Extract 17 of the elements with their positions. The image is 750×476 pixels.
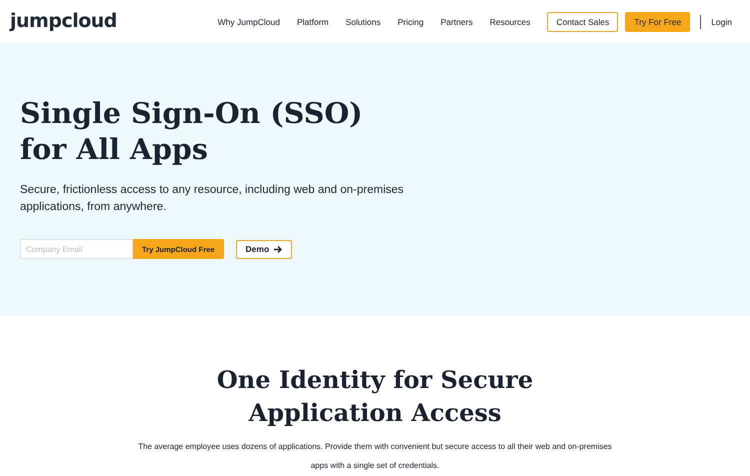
demo-button[interactable]: Demo — [236, 240, 292, 258]
nav-link[interactable]: Partners — [440, 16, 473, 26]
arrow-icon — [274, 246, 282, 252]
logo[interactable]: jumpcloud — [10, 10, 117, 32]
hero-subtitle: Secure, frictionless access to any resource, including web and on-premises applications, from anywhere. — [20, 183, 405, 215]
nav-link[interactable]: Pricing — [398, 16, 424, 26]
section-body: The average employee uses dozens of applications. Provide them with convenient but secure access to all their web and on-premises apps with a single set of credentials. — [137, 441, 613, 472]
section-title: One Identity for Secure Application Access — [216, 364, 534, 429]
hero-title: Single Sign-On (SSO) for All Apps — [20, 95, 364, 167]
nav-link[interactable]: Resources — [490, 16, 530, 26]
nav-link[interactable]: Platform — [296, 16, 329, 26]
email-field[interactable]: Company Email — [20, 239, 133, 259]
nav-link[interactable]: Solutions — [346, 16, 381, 26]
try-free-button[interactable]: Try For Free — [625, 12, 690, 32]
contact-sales-button[interactable]: Contact Sales — [547, 12, 618, 32]
login-link[interactable]: Login — [711, 16, 732, 26]
nav-link[interactable]: Why JumpCloud — [218, 16, 280, 26]
